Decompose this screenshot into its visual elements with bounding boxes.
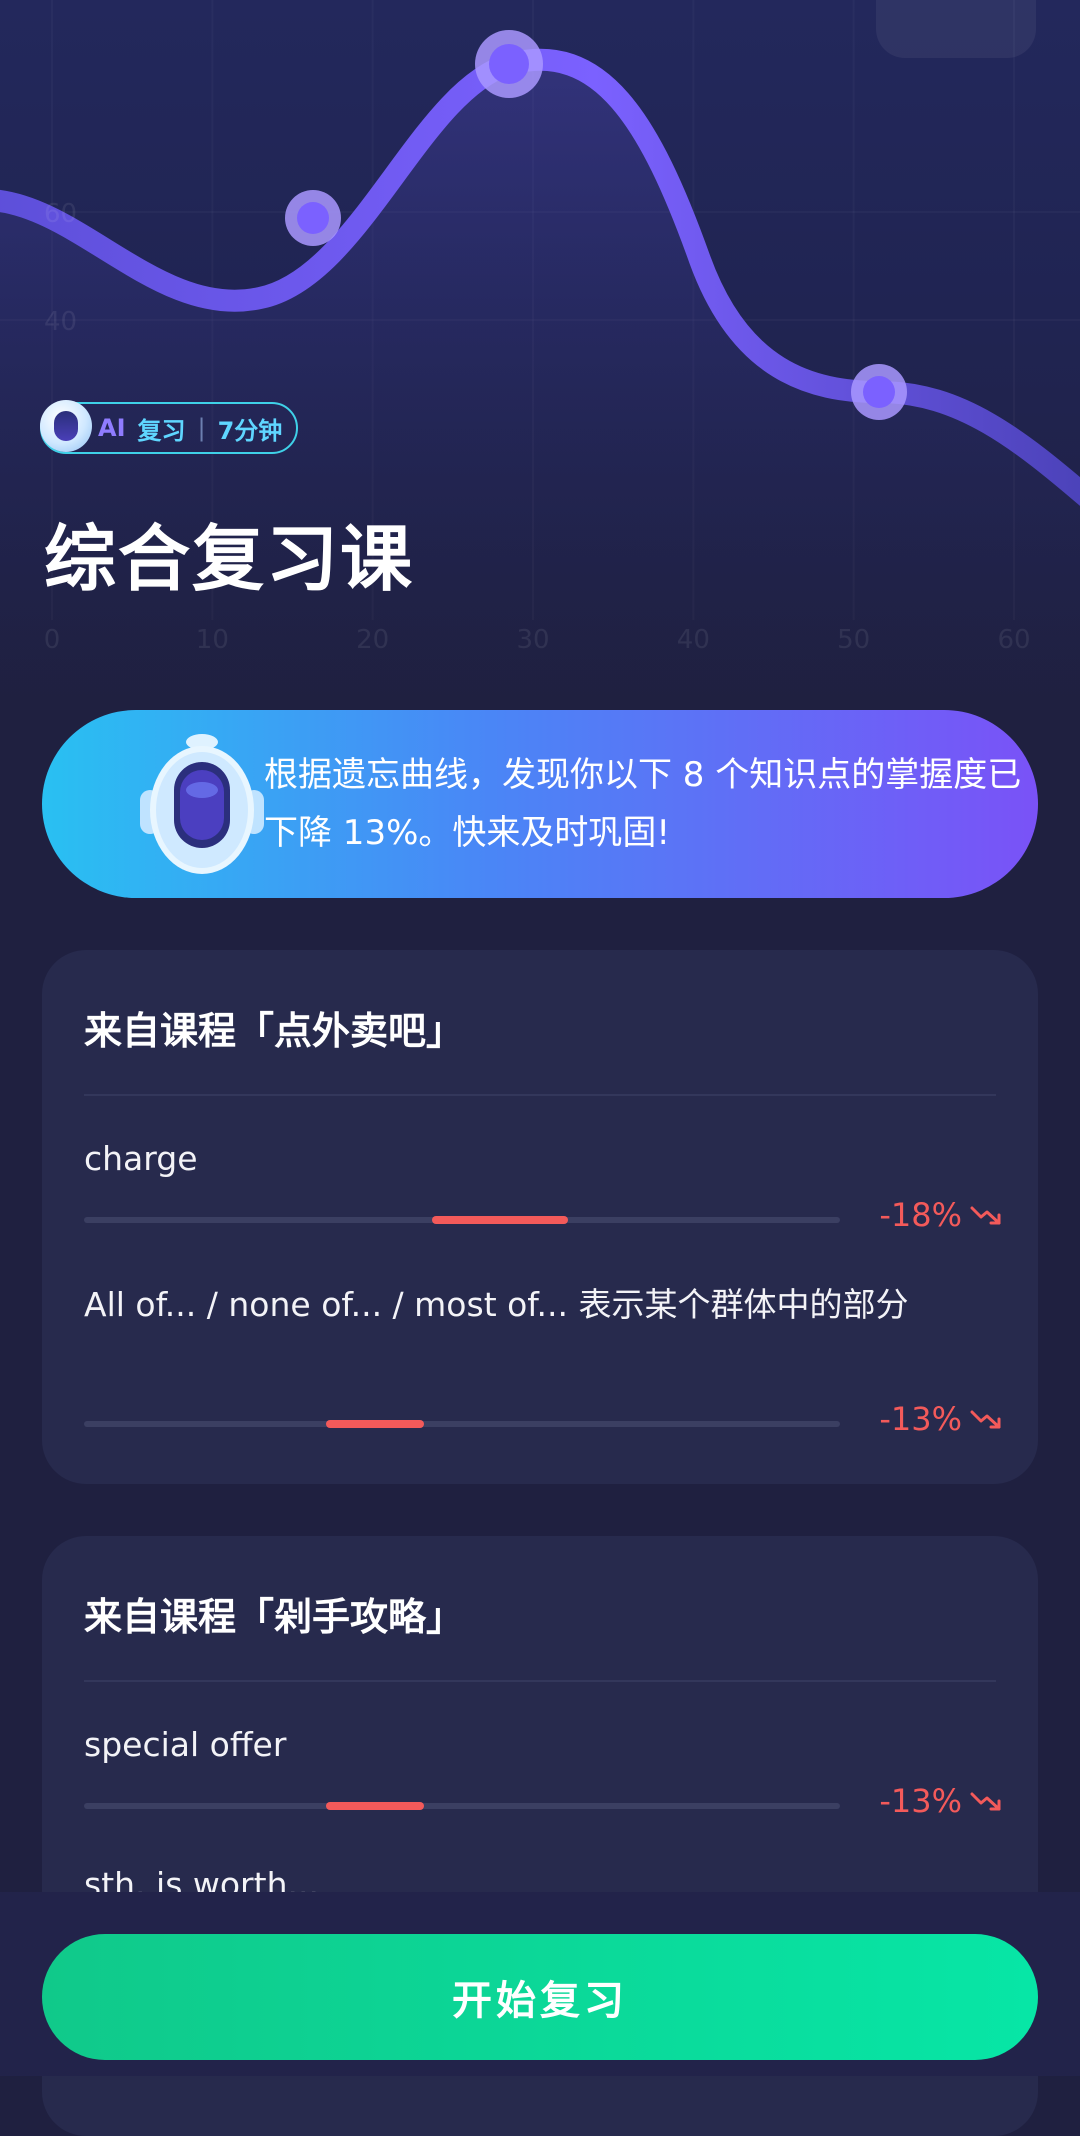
knowledge-point-name: special offer bbox=[84, 1725, 287, 1764]
chip-separator: | bbox=[197, 414, 206, 442]
card-divider bbox=[84, 1094, 996, 1096]
chip-duration: 7分钟 bbox=[217, 416, 283, 445]
robot-mascot-icon bbox=[140, 734, 264, 874]
knowledge-point-name: All of... / none of... / most of... 表示某个… bbox=[84, 1285, 909, 1324]
mastery-change: -13% bbox=[879, 1782, 1004, 1820]
trend-down-icon bbox=[970, 1792, 1001, 1811]
knowledge-point-name: charge bbox=[84, 1139, 198, 1178]
course-title: 来自课程「点外卖吧」 bbox=[84, 1009, 465, 1053]
chip-ai-label: AI bbox=[98, 414, 126, 442]
x-tick-label: 20 bbox=[356, 625, 389, 655]
y-tick-label: 60 bbox=[44, 199, 77, 229]
x-tick-label: 0 bbox=[44, 625, 61, 655]
reminder-text: 根据遗忘曲线，发现你以下 8 个知识点的掌握度已下降 13%。快来及时巩固! bbox=[264, 755, 1022, 853]
trend-down-icon bbox=[970, 1206, 1001, 1225]
mastery-track bbox=[84, 1420, 840, 1428]
x-tick-label: 50 bbox=[837, 625, 870, 655]
mastery-change-value: -18% bbox=[879, 1196, 962, 1234]
x-tick-label: 40 bbox=[677, 625, 710, 655]
mastery-decline-bar bbox=[325, 1420, 425, 1428]
curve-point bbox=[297, 202, 329, 234]
chip-review-label: 复习 bbox=[137, 416, 186, 445]
top-right-pill[interactable] bbox=[876, 0, 1036, 58]
curve-point bbox=[489, 44, 529, 84]
start-review-button[interactable]: 开始复习 bbox=[42, 1934, 1038, 2060]
trend-down-icon bbox=[970, 1410, 1001, 1429]
page-title: 综合复习课 bbox=[44, 517, 415, 601]
x-tick-label: 10 bbox=[196, 625, 229, 655]
mastery-change: -13% bbox=[879, 1400, 1004, 1438]
x-tick-label: 60 bbox=[997, 625, 1030, 655]
ai-avatar-icon bbox=[40, 400, 92, 452]
y-tick-label: 40 bbox=[44, 307, 77, 337]
mastery-change-value: -13% bbox=[879, 1400, 962, 1438]
mastery-decline-bar bbox=[431, 1216, 568, 1224]
course-title: 来自课程「剁手攻略」 bbox=[84, 1595, 465, 1639]
course-card: 来自课程「点外卖吧」 charge -18% All of... / none … bbox=[42, 950, 1038, 1484]
x-tick-label: 30 bbox=[516, 625, 549, 655]
card-divider bbox=[84, 1680, 996, 1682]
ai-review-chip: AI 复习 | 7分钟 bbox=[40, 400, 299, 454]
forgetting-reminder-banner: 根据遗忘曲线，发现你以下 8 个知识点的掌握度已下降 13%。快来及时巩固! bbox=[42, 710, 1038, 898]
mastery-track bbox=[84, 1216, 840, 1224]
curve-point bbox=[863, 376, 895, 408]
mastery-decline-bar bbox=[325, 1802, 425, 1810]
mastery-change-value: -13% bbox=[879, 1782, 962, 1820]
mastery-track bbox=[84, 1802, 840, 1810]
mastery-change: -18% bbox=[879, 1196, 1004, 1234]
